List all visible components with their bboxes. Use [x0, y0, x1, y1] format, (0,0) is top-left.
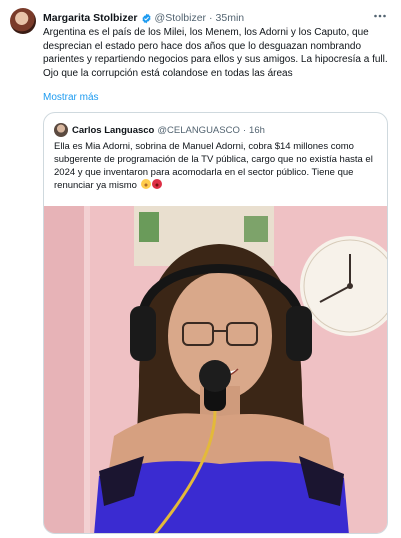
verified-badge-icon — [141, 13, 151, 23]
tweet-text: Argentina es el país de los Milei, los M… — [43, 26, 388, 80]
quoted-tweet-text: Ella es Mia Adorni, sobrina de Manuel Ad… — [54, 140, 384, 192]
angry-face-emoji-icon — [151, 179, 162, 189]
tweet-text-paragraph: Argentina es el país de los Milei, los M… — [43, 27, 388, 65]
quoted-avatar[interactable] — [54, 123, 68, 137]
quoted-media-image[interactable] — [44, 206, 387, 533]
timestamp[interactable]: 35min — [216, 12, 245, 24]
tweet-header: Margarita Stolbizer @Stolbizer · 35min — [43, 10, 244, 26]
quoted-author-name[interactable]: Carlos Languasco — [72, 125, 154, 136]
author-handle[interactable]: @Stolbizer — [155, 12, 207, 24]
separator: · — [242, 124, 247, 136]
avatar[interactable] — [10, 8, 36, 34]
show-more-link[interactable]: Mostrar más — [43, 92, 99, 103]
tweet[interactable]: Margarita Stolbizer @Stolbizer · 35min A… — [0, 0, 401, 538]
separator: · — [209, 12, 213, 24]
quoted-tweet-header: Carlos Languasco @CELANGUASCO · 16h — [72, 123, 265, 137]
quoted-text-body: Ella es Mia Adorni, sobrina de Manuel Ad… — [54, 141, 373, 191]
more-options-icon[interactable] — [373, 11, 387, 21]
smiling-face-emoji-icon — [140, 179, 151, 189]
author-name[interactable]: Margarita Stolbizer — [43, 12, 138, 24]
quoted-timestamp[interactable]: 16h — [249, 125, 265, 136]
quoted-author-handle[interactable]: @CELANGUASCO — [157, 125, 240, 136]
quoted-tweet[interactable]: Carlos Languasco @CELANGUASCO · 16h Ella… — [43, 112, 388, 534]
photo-illustration — [44, 206, 387, 533]
tweet-text-paragraph: Ojo que la corrupción está colandose en … — [43, 67, 293, 79]
